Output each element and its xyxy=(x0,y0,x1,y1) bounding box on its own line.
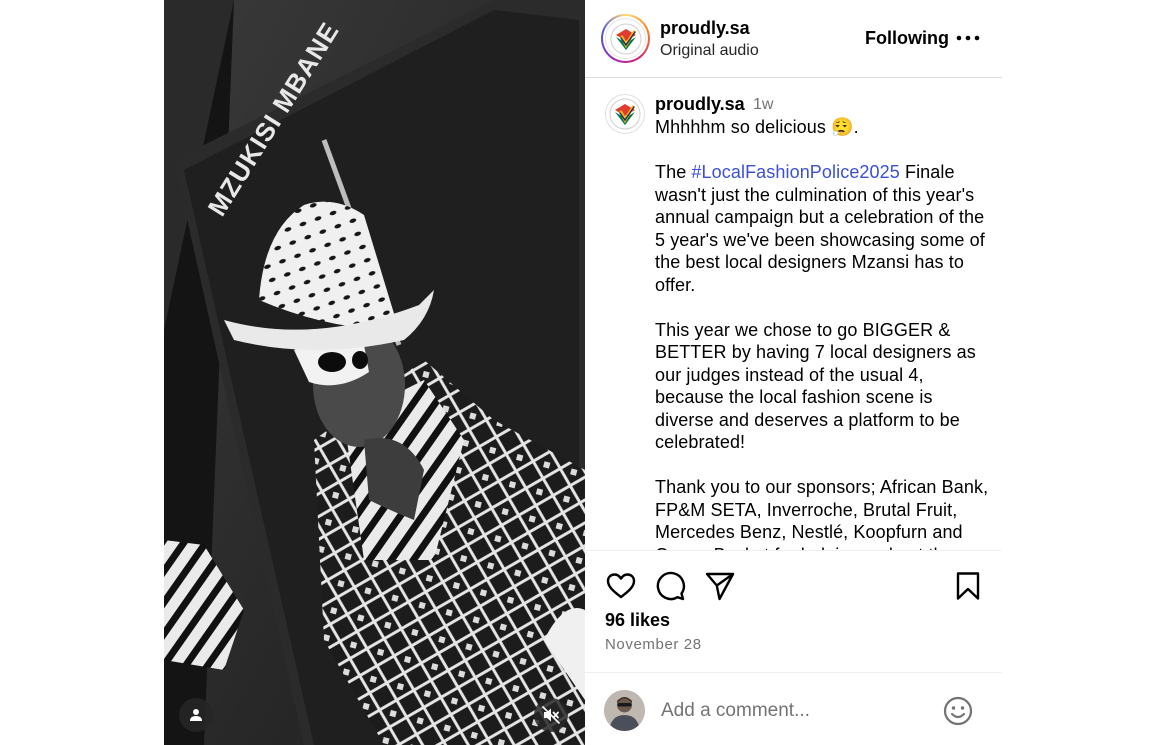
current-user-avatar xyxy=(604,690,645,731)
speaker-muted-icon xyxy=(542,706,560,724)
bookmark-icon[interactable] xyxy=(952,570,984,602)
paper-plane-icon[interactable] xyxy=(704,570,736,602)
post-media[interactable]: MZUKISI MBANE xyxy=(164,0,585,745)
person-icon xyxy=(190,709,202,721)
caption-text: Mhhhhm so delicious 😮‍💨. The #LocalFashi… xyxy=(655,116,990,550)
mute-button[interactable] xyxy=(534,698,568,732)
comments-scroll-area[interactable]: proudly.sa 1w Mhhhhm so delicious 😮‍💨. T… xyxy=(585,79,1002,551)
heart-icon[interactable] xyxy=(605,570,637,602)
audio-link[interactable]: Original audio xyxy=(660,42,759,60)
caption-author-avatar[interactable] xyxy=(605,94,645,134)
proudly-sa-logo-icon xyxy=(609,98,641,130)
speech-bubble-icon[interactable] xyxy=(654,570,686,602)
more-dots-icon[interactable] xyxy=(955,28,981,48)
caption-text-part2: Finale wasn't just the culmination of th… xyxy=(655,162,989,550)
smiley-icon[interactable] xyxy=(942,695,974,727)
proudly-sa-logo-icon xyxy=(610,23,641,54)
add-comment-bar xyxy=(585,672,1002,745)
post-header: proudly.sa Original audio Following xyxy=(585,0,1002,78)
author-username[interactable]: proudly.sa xyxy=(660,18,750,39)
video-frame: MZUKISI MBANE xyxy=(164,0,585,745)
caption-text-part1: The xyxy=(655,162,687,182)
likes-count[interactable]: 96 likes xyxy=(605,610,670,631)
caption-line1: Mhhhhm so delicious 😮‍💨. xyxy=(655,117,859,137)
caption-username[interactable]: proudly.sa xyxy=(655,94,745,115)
author-avatar[interactable] xyxy=(601,14,650,63)
tagged-people-button[interactable] xyxy=(179,698,213,732)
caption-timestamp[interactable]: 1w xyxy=(753,96,773,114)
post-panel: proudly.sa Original audio Following prou… xyxy=(585,0,1002,745)
following-button[interactable]: Following xyxy=(865,28,949,49)
comment-input[interactable] xyxy=(661,698,931,724)
post-date[interactable]: November 28 xyxy=(605,636,702,653)
hashtag-link[interactable]: #LocalFashionPolice2025 xyxy=(691,162,899,182)
action-bar xyxy=(585,552,1002,612)
